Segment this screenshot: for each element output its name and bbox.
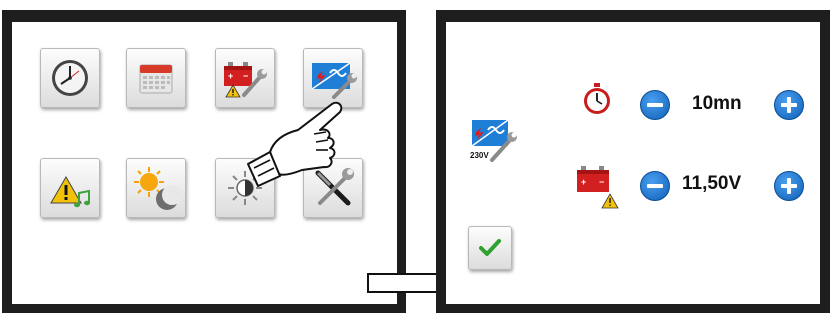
timer-value: 10mn: [692, 93, 742, 114]
warning-music-icon: [50, 175, 90, 208]
svg-text:+: +: [581, 177, 586, 187]
stopwatch-icon: [584, 83, 610, 114]
calendar-settings-button[interactable]: [126, 48, 186, 108]
voltage-value: 11,50V: [682, 173, 742, 194]
svg-text:−: −: [243, 71, 248, 81]
alarm-sound-button[interactable]: [40, 158, 100, 218]
main-menu-panel: + −: [12, 22, 397, 304]
voltage-decrease-button[interactable]: [640, 171, 670, 201]
svg-text:−: −: [599, 177, 604, 187]
svg-text:+: +: [228, 71, 233, 81]
clock-icon: [52, 60, 88, 96]
checkmark-icon: [479, 239, 501, 256]
main-menu-screen: + −: [2, 10, 406, 313]
timer-decrease-button[interactable]: [640, 90, 670, 120]
voltage-label: 230V: [470, 151, 489, 160]
voltage-increase-button[interactable]: [774, 171, 804, 201]
calendar-icon: [139, 64, 173, 94]
clock-settings-button[interactable]: [40, 48, 100, 108]
day-night-button[interactable]: [126, 158, 186, 218]
inverter-settings-screen: 230V 10mn + − 11,50V: [436, 10, 830, 313]
confirm-button[interactable]: [468, 226, 512, 270]
pointing-hand-icon: [247, 101, 343, 187]
battery-warning-icon: + −: [577, 166, 619, 209]
inverter-settings-panel: 230V 10mn + − 11,50V: [446, 22, 820, 304]
inverter-230v-wrench-icon: 230V: [470, 119, 517, 162]
sun-moon-icon: [134, 167, 182, 210]
timer-increase-button[interactable]: [774, 90, 804, 120]
